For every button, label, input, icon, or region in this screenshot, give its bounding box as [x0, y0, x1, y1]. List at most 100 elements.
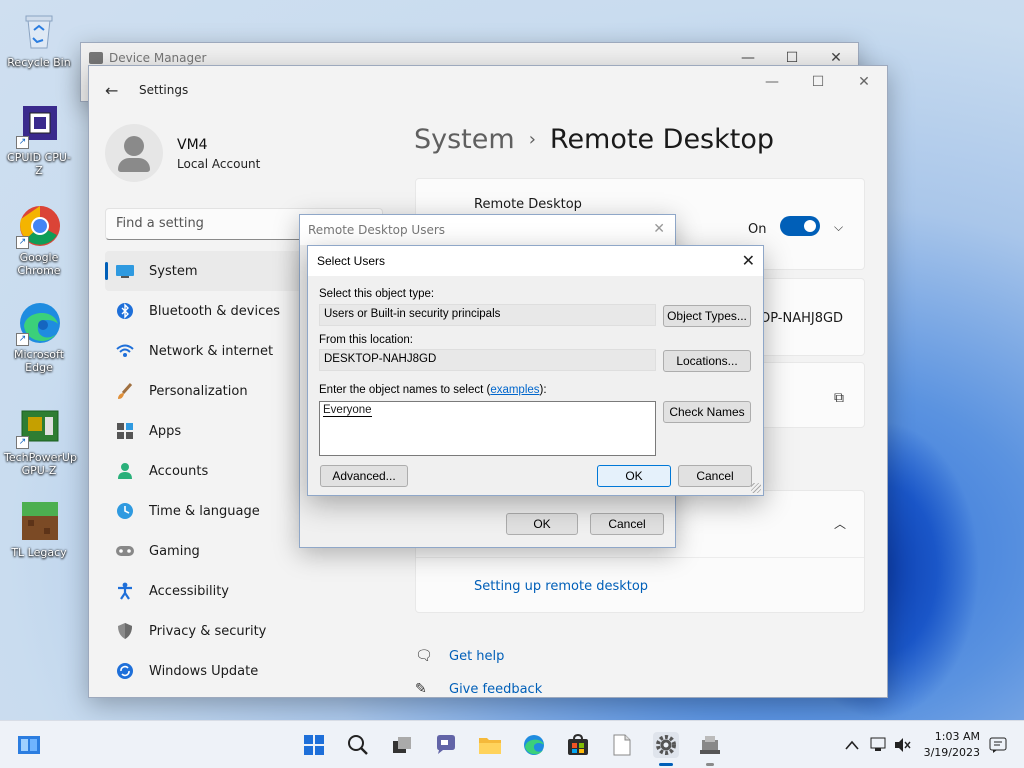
nav-item-windows-update[interactable]: Windows Update — [105, 651, 383, 691]
back-arrow-icon[interactable]: ← — [105, 81, 118, 100]
widgets-icon[interactable] — [16, 732, 42, 758]
ok-button[interactable]: OK — [597, 465, 671, 487]
nav-item-accessibility[interactable]: Accessibility — [105, 571, 383, 611]
apps-icon — [115, 421, 135, 441]
clock[interactable]: 1:03 AM 3/19/2023 — [924, 729, 980, 761]
desktop-icon-chrome[interactable]: ↗ Google Chrome — [4, 203, 74, 277]
tl-legacy-icon — [16, 498, 62, 544]
desktop-icon-gpu-z[interactable]: ↗ TechPowerUp GPU-Z — [4, 403, 77, 477]
page-title: Remote Desktop — [549, 124, 774, 155]
file-explorer-icon[interactable] — [477, 732, 503, 758]
edge-icon[interactable] — [521, 732, 547, 758]
breadcrumb: System › Remote Desktop — [414, 124, 774, 155]
object-names-textarea[interactable]: Everyone — [319, 401, 656, 456]
locations-button[interactable]: Locations... — [663, 350, 751, 372]
help-icon: 🗨 — [415, 648, 433, 664]
avatar[interactable] — [105, 124, 163, 182]
accounts-icon — [115, 461, 135, 481]
close-button[interactable]: ✕ — [742, 251, 755, 271]
start-icon[interactable] — [301, 732, 327, 758]
chrome-icon: ↗ — [16, 203, 62, 249]
chevron-up-icon[interactable]: ︿ — [834, 515, 846, 532]
profile-account-type: Local Account — [177, 157, 261, 171]
desktop-icon-label: Microsoft Edge — [13, 348, 65, 374]
maximize-button[interactable]: ☐ — [795, 66, 841, 98]
dialog-title: Select Users — [317, 254, 386, 268]
chevron-up-icon[interactable] — [839, 732, 865, 758]
profile-name: VM4 — [177, 137, 208, 153]
nav-item-privacy[interactable]: Privacy & security — [105, 611, 383, 651]
clock-icon — [115, 501, 135, 521]
advanced-button[interactable]: Advanced... — [320, 465, 408, 487]
desktop-icon-recycle-bin[interactable]: Recycle Bin — [4, 8, 74, 69]
close-button[interactable]: ✕ — [841, 66, 887, 98]
location-value: DESKTOP-NAHJ8GD — [324, 353, 437, 365]
nav-label: Privacy & security — [149, 623, 267, 639]
clock-date: 3/19/2023 — [923, 746, 980, 759]
nav-label: Windows Update — [149, 663, 259, 679]
location-label: From this location: — [319, 334, 413, 346]
object-names-label-text: Enter the object names to select ( — [319, 384, 491, 396]
network-icon — [115, 341, 135, 361]
examples-link[interactable]: examples — [490, 384, 539, 396]
device-manager-icon — [89, 52, 103, 64]
notification-icon[interactable] — [985, 732, 1011, 758]
desktop-icon-edge[interactable]: ↗ Microsoft Edge — [4, 300, 74, 374]
chevron-right-icon: › — [528, 129, 536, 150]
cancel-button[interactable]: Cancel — [678, 465, 752, 487]
get-help-row[interactable]: 🗨 Get help — [415, 648, 504, 664]
cancel-button[interactable]: Cancel — [590, 513, 664, 535]
desktop-icon-label: CPUID CPU-Z — [7, 151, 71, 177]
resize-grip[interactable] — [751, 483, 761, 493]
network-status-icon[interactable] — [866, 732, 892, 758]
system-icon — [115, 261, 135, 281]
give-feedback-link[interactable]: Give feedback — [449, 682, 542, 697]
nav-label: Network & internet — [149, 343, 274, 359]
object-type-field: Users or Built-in security principals — [319, 304, 656, 326]
clock-time: 1:03 AM — [934, 730, 980, 743]
select-users-dialog: Select Users ✕ Select this object type: … — [307, 245, 764, 496]
window-title: Settings — [139, 83, 189, 97]
search-placeholder: Find a setting — [116, 216, 204, 231]
settings-gear-icon[interactable] — [653, 732, 679, 766]
toggle-state-label: On — [748, 222, 767, 237]
remote-desktop-toggle[interactable] — [780, 216, 820, 236]
object-types-button[interactable]: Object Types... — [663, 305, 751, 327]
store-icon[interactable] — [565, 732, 591, 758]
nav-label: System — [149, 263, 198, 279]
chat-icon[interactable] — [433, 732, 459, 758]
ok-button[interactable]: OK — [506, 513, 578, 535]
nav-label: Time & language — [149, 503, 260, 519]
pc-name: OP-NAHJ8GD — [760, 311, 844, 326]
setup-remote-desktop-link[interactable]: Setting up remote desktop — [474, 579, 648, 594]
volume-muted-icon[interactable] — [890, 732, 916, 758]
nav-label: Apps — [149, 423, 182, 439]
accessibility-icon — [115, 581, 135, 601]
edge-icon: ↗ — [16, 300, 62, 346]
nav-label: Gaming — [149, 543, 200, 559]
notepad-icon[interactable] — [609, 732, 635, 758]
task-view-icon[interactable] — [389, 732, 415, 758]
dialog-title: Remote Desktop Users — [308, 223, 446, 237]
object-names-label: Enter the object names to select (exampl… — [319, 384, 547, 396]
device-manager-icon[interactable] — [697, 732, 723, 766]
location-field: DESKTOP-NAHJ8GD — [319, 349, 656, 371]
desktop-icon-label: Google Chrome — [17, 251, 61, 277]
breadcrumb-parent[interactable]: System — [414, 124, 515, 155]
chevron-down-icon[interactable]: ⌵ — [834, 220, 843, 235]
shield-icon — [115, 621, 135, 641]
desktop-icon-tl-legacy[interactable]: TL Legacy — [4, 498, 74, 559]
window-title: Device Manager — [109, 51, 207, 65]
give-feedback-row[interactable]: ✎ Give feedback — [415, 681, 542, 697]
close-button[interactable]: ✕ — [653, 221, 665, 237]
nav-label: Accounts — [149, 463, 209, 479]
desktop-icon-cpu-z[interactable]: ↗ CPUID CPU-Z — [4, 103, 74, 177]
get-help-link[interactable]: Get help — [449, 649, 504, 664]
external-link-icon: ⧉ — [834, 390, 844, 406]
bluetooth-icon — [115, 301, 135, 321]
search-icon[interactable] — [345, 732, 371, 758]
desktop-icon-label: TL Legacy — [11, 546, 67, 559]
minimize-button[interactable]: — — [749, 66, 795, 98]
check-names-button[interactable]: Check Names — [663, 401, 751, 423]
object-type-value: Users or Built-in security principals — [324, 308, 501, 320]
